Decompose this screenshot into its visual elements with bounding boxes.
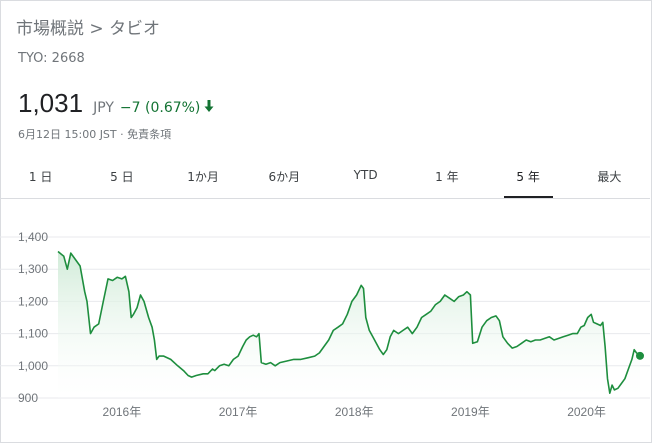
x-axis: 2016年 2017年 2018年 2019年 2020年: [103, 405, 606, 419]
y-tick-label: 900: [18, 391, 38, 405]
price-change: −7 (0.67%): [119, 100, 201, 116]
y-tick-label: 1,300: [18, 262, 48, 276]
currency-label: JPY: [93, 100, 114, 116]
tab-6-month[interactable]: 6か月: [244, 156, 325, 198]
y-tick-label: 1,200: [18, 294, 48, 308]
arrow-down-icon: [204, 100, 214, 116]
y-tick-label: 1,000: [18, 359, 48, 373]
last-price-marker: [636, 351, 644, 360]
price-area: [58, 251, 640, 398]
breadcrumb: 市場概説 > タビオ: [16, 14, 160, 39]
tab-5-year[interactable]: 5 年: [488, 156, 569, 198]
tab-max[interactable]: 最大: [569, 156, 650, 198]
tab-1-day[interactable]: 1 日: [0, 156, 81, 198]
y-axis: 1,400 1,300 1,200 1,100 1,000 900: [18, 230, 48, 405]
breadcrumb-root-link[interactable]: 市場概説: [16, 19, 84, 39]
quote-row: 1,031 JPY −7 (0.67%): [18, 88, 214, 119]
tab-1-month[interactable]: 1か月: [163, 156, 244, 198]
x-tick-label: 2018年: [335, 405, 374, 419]
current-price: 1,031: [18, 88, 84, 118]
tab-ytd[interactable]: YTD: [325, 156, 406, 198]
ticker-symbol: TYO: 2668: [18, 51, 85, 66]
x-tick-label: 2019年: [451, 405, 490, 419]
breadcrumb-separator: >: [89, 19, 104, 39]
quote-timestamp: 6月12日 15:00 JST · 免責条項: [18, 128, 172, 141]
tab-5-day[interactable]: 5 日: [81, 156, 162, 198]
breadcrumb-company: タビオ: [109, 19, 161, 39]
x-tick-label: 2016年: [103, 405, 142, 419]
range-tabs: 1 日 5 日 1か月 6か月 YTD 1 年 5 年 最大: [0, 156, 650, 198]
tab-1-year[interactable]: 1 年: [406, 156, 487, 198]
price-chart[interactable]: 1,4001,3001,2001,1001,000900 2016年 2017年 2…: [0, 205, 650, 437]
y-tick-label: 1,100: [18, 327, 48, 341]
x-tick-label: 2020年: [567, 405, 606, 419]
x-tick-label: 2017年: [219, 405, 258, 419]
y-tick-label: 1,400: [18, 230, 48, 244]
tabs-divider: [0, 198, 650, 199]
